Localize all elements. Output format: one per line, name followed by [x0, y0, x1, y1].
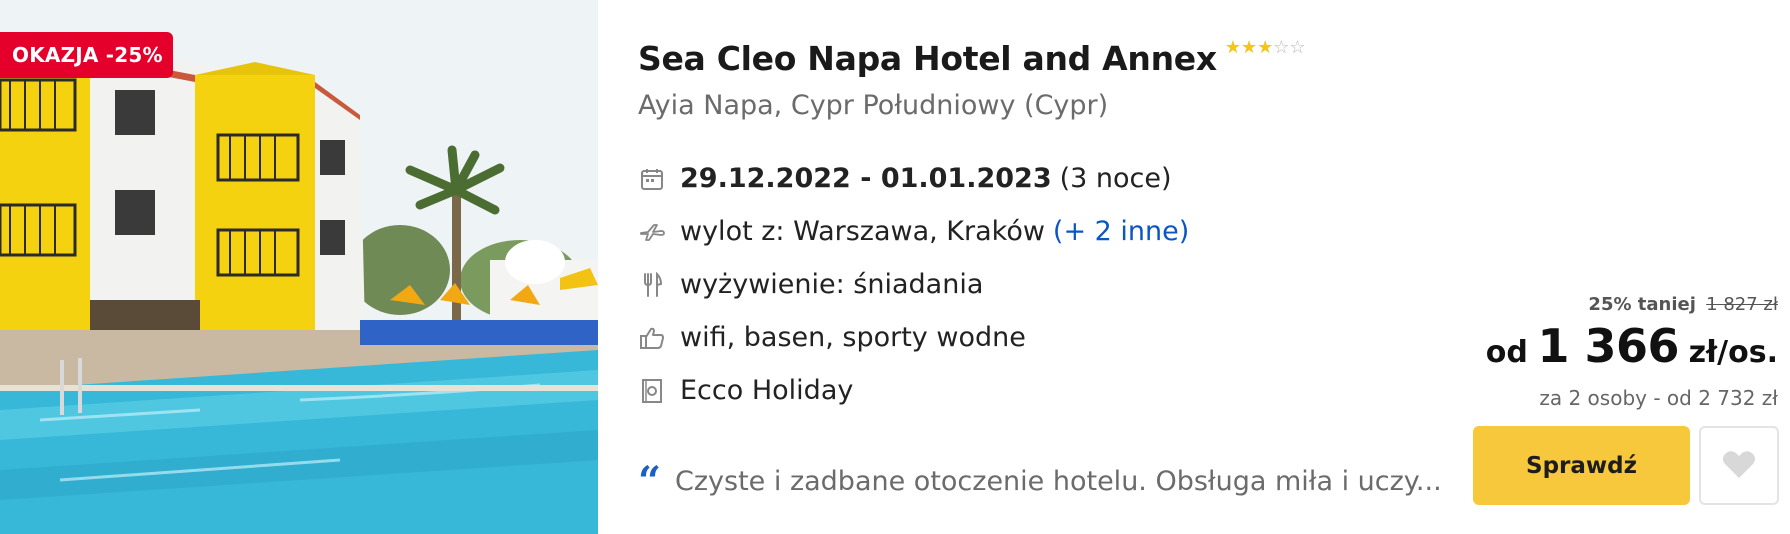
fact-amenities-value: wifi, basen, sporty wodne [680, 322, 1026, 353]
fact-board-value: wyżywienie: śniadania [680, 269, 984, 300]
fact-amenities: wifi, basen, sporty wodne [638, 311, 1458, 364]
fact-departure: wylot z: Warszawa, Kraków (+ 2 inne) [638, 205, 1458, 258]
star-empty-icon: ☆ [1289, 37, 1306, 58]
deal-badge: OKAZJA -25% [0, 32, 173, 78]
star-empty-icon: ☆ [1273, 37, 1290, 58]
price-unit: zł/os. [1688, 335, 1778, 370]
fact-dates-value: 29.12.2022 - 01.01.2023 [680, 163, 1052, 194]
star-filled-icon: ★ [1224, 37, 1241, 58]
fact-operator: Ecco Holiday [638, 364, 1458, 417]
price-per-people: za 2 osoby - od 2 732 zł [1539, 386, 1778, 410]
offer-info: Sea Cleo Napa Hotel and Annex ★ ★ ★ ☆ ☆ Ayia… [638, 36, 1458, 417]
fork-knife-icon [638, 271, 666, 299]
fact-departure-value: wylot z: Warszawa, Kraków [680, 216, 1045, 247]
hotel-name[interactable]: Sea Cleo Napa Hotel and Annex [638, 36, 1217, 82]
star-filled-icon: ★ [1241, 37, 1258, 58]
review-snippet[interactable]: “ Czyste i zadbane otoczenie hotelu. Obs… [638, 457, 1442, 505]
fact-board: wyżywienie: śniadania [638, 258, 1458, 311]
star-rating: ★ ★ ★ ☆ ☆ [1225, 38, 1306, 58]
more-departures-link[interactable]: (+ 2 inne) [1053, 216, 1189, 247]
fact-nights: (3 noce) [1059, 163, 1172, 194]
offer-card[interactable]: OKAZJA -25% Sea Cleo Napa Hotel and Anne… [0, 0, 1790, 534]
hotel-location: Ayia Napa, Cypr Południowy (Cypr) [638, 90, 1109, 121]
facts-list: 29.12.2022 - 01.01.2023 (3 noce) wylot z… [638, 152, 1458, 417]
operator-icon [638, 377, 666, 405]
discount-line: 25% taniej 1 827 zł [1486, 294, 1778, 315]
discount-text: 25% taniej [1588, 294, 1696, 315]
plane-icon [638, 218, 666, 246]
hotel-photo[interactable]: OKAZJA -25% [0, 0, 598, 534]
price-block: 25% taniej 1 827 zł od 1 366 zł/os. za 2… [1486, 294, 1778, 410]
fact-operator-value[interactable]: Ecco Holiday [680, 375, 853, 406]
title-row: Sea Cleo Napa Hotel and Annex ★ ★ ★ ☆ ☆ [638, 36, 1458, 82]
check-button[interactable]: Sprawdź [1473, 426, 1690, 505]
heart-icon [1722, 449, 1756, 483]
thumbs-up-icon [638, 324, 666, 352]
calendar-icon [638, 165, 666, 193]
favorite-button[interactable] [1699, 426, 1779, 505]
main-price: od 1 366 zł/os. [1486, 319, 1778, 384]
price-amount: 1 366 [1537, 319, 1679, 373]
old-price: 1 827 zł [1706, 294, 1778, 315]
price-prefix: od [1485, 335, 1528, 370]
quote-icon: “ [638, 457, 662, 505]
review-text: Czyste i zadbane otoczenie hotelu. Obsłu… [675, 466, 1442, 497]
star-filled-icon: ★ [1257, 37, 1274, 58]
fact-dates: 29.12.2022 - 01.01.2023 (3 noce) [638, 152, 1458, 205]
